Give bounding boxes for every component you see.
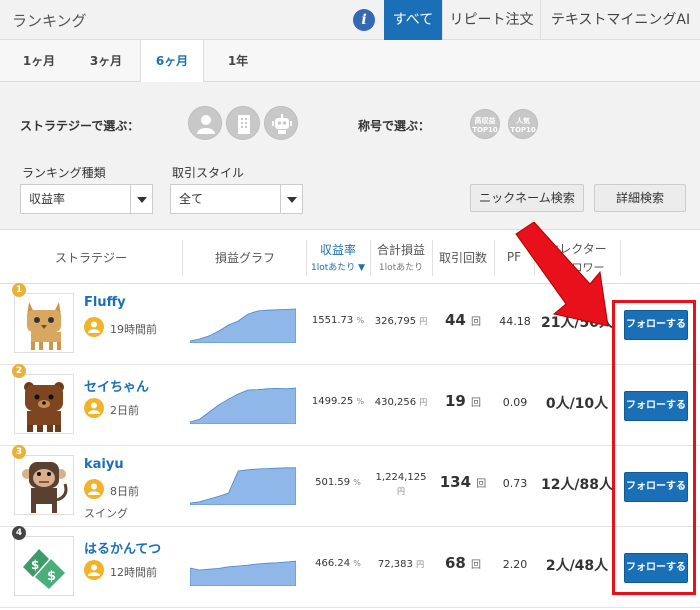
pl-graph <box>190 308 296 343</box>
pl-graph-area <box>190 467 296 505</box>
trade-count: 68 回 <box>444 554 482 572</box>
pl-graph-area <box>190 387 296 424</box>
follower-count: 2人/48人 <box>545 558 609 574</box>
annotation-highlight-box <box>612 300 696 595</box>
pl-graph <box>190 387 296 424</box>
chevron-down-icon <box>280 185 302 213</box>
strategy-name-link[interactable]: Fluffy <box>84 295 126 310</box>
profit-factor: 2.20 <box>502 558 528 571</box>
person-icon[interactable] <box>188 106 222 140</box>
profit-factor: 0.09 <box>502 396 528 409</box>
total-profit: 1,224,125 円 <box>375 472 427 496</box>
info-icon[interactable]: i <box>353 9 375 31</box>
page-title: ランキング <box>12 12 87 30</box>
money-tag-avatar[interactable]: $ $ <box>14 536 74 596</box>
person-icon <box>84 479 104 499</box>
trade-count: 44 回 <box>444 311 482 329</box>
sort-desc-icon: ▼ <box>358 263 366 273</box>
period-tabs: 1ヶ月 3ヶ月 6ヶ月 1年 <box>0 40 700 83</box>
strategy-filter-label: ストラテジーで選ぶ： <box>20 119 140 133</box>
column-pl-graph: 損益グラフ <box>214 250 275 265</box>
badge-line1: 高収益 <box>474 117 496 125</box>
ranking-type-label: ランキング種類 <box>22 166 106 180</box>
person-icon <box>84 398 104 418</box>
return-rate: 1551.73 % <box>311 315 365 326</box>
total-profit: 326,795 円 <box>374 316 428 327</box>
return-rate: 501.59 % <box>315 477 361 488</box>
last-trade-time: 12時間前 <box>110 566 157 579</box>
column-return-rate[interactable]: 収益率 1lotあたり ▼ <box>306 230 370 284</box>
tab-6-months[interactable]: 6ヶ月 <box>140 40 204 83</box>
trade-style-value: 全て <box>179 192 204 206</box>
ranking-type-value: 収益率 <box>29 192 66 206</box>
trade-count: 19 回 <box>444 392 482 410</box>
column-strategy: ストラテジー <box>54 250 127 265</box>
total-profit: 430,256 円 <box>374 397 428 408</box>
strategy-name-link[interactable]: セイちゃん <box>84 376 149 395</box>
popular-badge[interactable]: 人気 TOP10 <box>508 109 538 139</box>
tab-1-month[interactable]: 1ヶ月 <box>10 40 68 82</box>
robot-icon[interactable] <box>264 106 298 140</box>
person-icon <box>84 317 104 337</box>
svg-text:$: $ <box>47 569 56 584</box>
lynx-avatar[interactable] <box>14 293 74 353</box>
follower-count: 0人/10人 <box>545 396 609 412</box>
chevron-down-icon <box>130 185 152 213</box>
return-rate: 466.24 % <box>315 558 361 569</box>
bear-avatar[interactable] <box>14 374 74 434</box>
table-row[interactable]: 3 kaiyu 8日前 スイング 501.59 % 1,224,125 円 134… <box>0 445 700 527</box>
tab-text-mining-ai[interactable]: テキストマイニングAI <box>540 0 700 40</box>
total-profit: 72,383 円 <box>377 559 425 570</box>
pl-graph <box>190 467 296 505</box>
annotation-arrow <box>515 222 609 327</box>
last-trade-time: 8日前 <box>110 485 139 498</box>
monkey-avatar[interactable] <box>14 455 74 515</box>
follower-count: 12人/88人 <box>540 477 614 493</box>
column-total-pl[interactable]: 合計損益 1lotあたり <box>370 230 432 284</box>
trade-style-label: 取引スタイル <box>172 166 245 180</box>
detail-search-button[interactable]: 詳細検索 <box>594 184 686 212</box>
pl-graph-area <box>190 308 296 343</box>
rank-badge: 1 <box>12 283 26 297</box>
trade-count: 134 回 <box>439 473 487 491</box>
strategy-name-link[interactable]: kaiyu <box>84 457 124 472</box>
table-row[interactable]: 4 $ $ はるかんてつ 12時間前 466.24 % 72,383 円 68 … <box>0 526 700 608</box>
pl-graph-area <box>190 560 296 586</box>
rank-badge: 4 <box>12 526 26 540</box>
person-icon <box>84 560 104 580</box>
strategy-name-link[interactable]: はるかんてつ <box>84 538 161 557</box>
title-filter-label: 称号で選ぶ： <box>358 119 431 133</box>
last-trade-time: 2日前 <box>110 404 139 417</box>
rank-badge: 3 <box>12 445 26 459</box>
tab-3-months[interactable]: 3ヶ月 <box>76 40 136 82</box>
filter-panel: ストラテジーで選ぶ： 称号で選ぶ： 高収益 TOP10 人気 TOP10 ランキ… <box>0 82 700 230</box>
tab-all[interactable]: すべて <box>384 0 442 40</box>
building-icon[interactable] <box>226 106 260 140</box>
ranking-type-select[interactable]: 収益率 <box>20 184 153 214</box>
tab-1-year[interactable]: 1年 <box>210 40 266 82</box>
trade-style-select[interactable]: 全て <box>170 184 303 214</box>
profit-factor: 0.73 <box>502 477 528 490</box>
badge-line2: TOP10 <box>472 126 498 134</box>
last-trade-time: 19時間前 <box>110 323 157 336</box>
table-row[interactable]: 2 セイちゃん 2日前 1499.25 % 430,256 円 19 回 0.0… <box>0 364 700 446</box>
pl-graph <box>190 560 296 586</box>
nickname-search-button[interactable]: ニックネーム検索 <box>470 184 584 212</box>
svg-text:$: $ <box>31 558 39 572</box>
badge-line2: TOP10 <box>510 126 536 134</box>
high-return-badge[interactable]: 高収益 TOP10 <box>470 109 500 139</box>
return-rate: 1499.25 % <box>311 396 365 407</box>
rank-badge: 2 <box>12 364 26 378</box>
trade-style-tag: スイング <box>84 507 128 520</box>
ranking-header: ランキング i すべて リピート注文 テキストマイニングAI <box>0 0 700 40</box>
column-trades[interactable]: 取引回数 <box>432 230 494 284</box>
tab-repeat-order[interactable]: リピート注文 <box>442 0 540 40</box>
badge-line1: 人気 <box>516 117 530 125</box>
